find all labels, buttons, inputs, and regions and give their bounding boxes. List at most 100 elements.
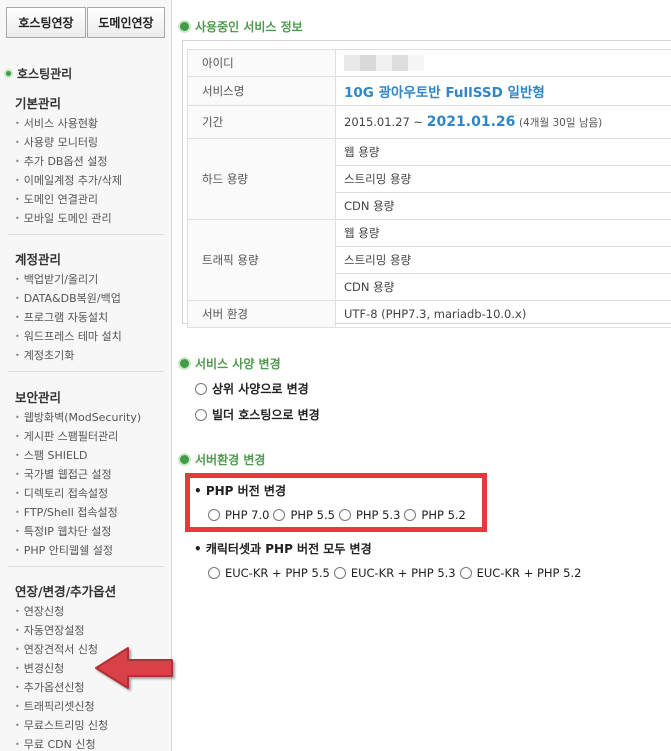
service-info-header: 사용중인 서비스 정보 — [178, 18, 303, 35]
sidebar-item-db-option[interactable]: 추가 DB옵션 설정 — [0, 152, 172, 171]
euckr-php52-option[interactable]: EUC-KR + PHP 5.2 — [459, 566, 582, 580]
php53-label: PHP 5.3 — [355, 508, 401, 522]
sidebar-item-country-access[interactable]: 국가별 웹접근 설정 — [0, 465, 172, 484]
table-row: 트래픽 용량 웹 용량 — [187, 219, 671, 301]
sidebar-item-wp-theme[interactable]: 워드프레스 테마 설치 — [0, 327, 172, 346]
period-value: 2015.01.27 ~ 2021.01.26 (4개월 30일 남음) — [335, 105, 671, 139]
section-title-security: 보안관리 — [15, 390, 62, 405]
divider — [8, 371, 164, 372]
table-row: 아이디 — [187, 49, 671, 77]
sidebar-item-backup[interactable]: 백업받기/올리기 — [0, 270, 172, 289]
radio-button[interactable] — [208, 567, 220, 579]
php-version-title: • PHP 버전 변경 — [194, 484, 286, 498]
sidebar-item-free-streaming[interactable]: 무료스트리밍 신청 — [0, 716, 172, 735]
sidebar-item-renew[interactable]: 연장신청 — [0, 602, 172, 621]
section-security: 보안관리 웹방화벽(ModSecurity) 게시판 스팸필터관리 스팸 SHI… — [0, 387, 172, 560]
radio-button[interactable] — [195, 382, 207, 395]
builder-hosting-option[interactable]: 빌더 호스팅으로 변경 — [195, 406, 320, 423]
sidebar-item-waf[interactable]: 웹방화벽(ModSecurity) — [0, 408, 172, 427]
disk-label: 하드 용량 — [187, 138, 336, 220]
php53-option[interactable]: PHP 5.3 — [338, 508, 401, 522]
sidebar-item-spam-filter[interactable]: 게시판 스팸필터관리 — [0, 427, 172, 446]
table-row: 기간 2015.01.27 ~ 2021.01.26 (4개월 30일 남음) — [187, 105, 671, 139]
service-info-table: 아이디 서비스명 10G 광아우토반 FullSSD 일반형 기간 2015.0… — [187, 49, 671, 328]
radio-button[interactable] — [338, 509, 351, 521]
id-value — [335, 49, 671, 77]
spec-upgrade-label: 상위 사양으로 변경 — [212, 382, 309, 396]
hosting-management-title: 호스팅관리 — [4, 65, 72, 82]
builder-hosting-label: 빌더 호스팅으로 변경 — [212, 408, 320, 422]
disk-cdn: CDN 용량 — [335, 192, 671, 220]
sidebar-item-directory-access[interactable]: 디렉토리 접속설정 — [0, 484, 172, 503]
sidebar: 호스팅연장 도메인연장 호스팅관리 기본관리 서비스 사용현황 사용량 모니터링… — [0, 0, 172, 751]
service-value: 10G 광아우토반 FullSSD 일반형 — [335, 76, 671, 106]
section-basic: 기본관리 서비스 사용현황 사용량 모니터링 추가 DB옵션 설정 이메일계정 … — [0, 93, 172, 228]
divider — [8, 234, 164, 235]
hosting-management-label: 호스팅관리 — [17, 67, 73, 81]
php70-option[interactable]: PHP 7.0 — [208, 508, 269, 522]
sidebar-item-ip-block[interactable]: 특정IP 웹차단 설정 — [0, 522, 172, 541]
env-value: UTF-8 (PHP7.3, mariadb-10.0.x) — [335, 300, 671, 328]
sidebar-item-auto-install[interactable]: 프로그램 자동설치 — [0, 308, 172, 327]
php52-option[interactable]: PHP 5.2 — [404, 508, 466, 522]
euckr-php52-label: EUC-KR + PHP 5.2 — [476, 566, 582, 580]
censored-id — [344, 55, 424, 71]
php-version-options: PHP 7.0 PHP 5.5 PHP 5.3 PHP 5.2 — [208, 508, 470, 522]
traffic-label: 트래픽 용량 — [187, 219, 336, 301]
section-title-renewal: 연장/변경/추가옵션 — [15, 584, 117, 599]
radio-button[interactable] — [404, 509, 417, 521]
sidebar-item-auto-renew[interactable]: 자동연장설정 — [0, 621, 172, 640]
php55-label: PHP 5.5 — [290, 508, 335, 522]
php52-label: PHP 5.2 — [421, 508, 466, 522]
period-start: 2015.01.27 ~ — [344, 115, 424, 129]
header-bullet-icon — [180, 22, 189, 31]
service-info-title: 사용중인 서비스 정보 — [195, 20, 303, 34]
radio-button[interactable] — [273, 509, 286, 521]
header-bullet-icon — [180, 359, 189, 368]
bullet-icon — [4, 69, 13, 78]
env-change-header: 서버환경 변경 — [178, 451, 265, 468]
period-end: 2021.01.26 — [426, 114, 516, 130]
sidebar-item-usage-monitoring[interactable]: 사용량 모니터링 — [0, 133, 172, 152]
sidebar-item-free-cdn[interactable]: 무료 CDN 신청 — [0, 735, 172, 751]
sidebar-item-email-account[interactable]: 이메일계정 추가/삭제 — [0, 171, 172, 190]
charset-options: EUC-KR + PHP 5.5 EUC-KR + PHP 5.3 EUC-KR… — [208, 566, 585, 580]
euckr-php53-option[interactable]: EUC-KR + PHP 5.3 — [333, 566, 456, 580]
sidebar-item-spam-shield[interactable]: 스팸 SHIELD — [0, 446, 172, 465]
main-content: 사용중인 서비스 정보 아이디 서비스명 10G 광아우토반 FullSSD 일… — [172, 0, 671, 751]
radio-button[interactable] — [459, 567, 472, 579]
spec-upgrade-option[interactable]: 상위 사양으로 변경 — [195, 380, 309, 397]
period-remaining: (4개월 30일 남음) — [519, 117, 603, 129]
disk-streaming: 스트리밍 용량 — [335, 165, 671, 193]
sidebar-item-php-antiwebshell[interactable]: PHP 안티웹쉘 설정 — [0, 541, 172, 560]
sidebar-item-ftp-shell[interactable]: FTP/Shell 접속설정 — [0, 503, 172, 522]
php70-label: PHP 7.0 — [225, 508, 270, 522]
service-info-panel: 아이디 서비스명 10G 광아우토반 FullSSD 일반형 기간 2015.0… — [182, 40, 671, 328]
top-buttons: 호스팅연장 도메인연장 — [6, 7, 165, 38]
table-row: 서버 환경 UTF-8 (PHP7.3, mariadb-10.0.x) — [187, 300, 671, 328]
table-row: 하드 용량 웹 용량 — [187, 138, 671, 220]
radio-button[interactable] — [208, 509, 220, 521]
radio-button[interactable] — [333, 567, 346, 579]
spec-change-title: 서비스 사양 변경 — [195, 357, 281, 371]
sidebar-item-restore[interactable]: DATA&DB복원/백업 — [0, 289, 172, 308]
sidebar-item-account-reset[interactable]: 계정초기화 — [0, 346, 172, 365]
sidebar-item-mobile-domain[interactable]: 모바일 도메인 관리 — [0, 209, 172, 228]
euckr-php55-option[interactable]: EUC-KR + PHP 5.5 — [208, 566, 330, 580]
php55-option[interactable]: PHP 5.5 — [273, 508, 335, 522]
sidebar-item-service-status[interactable]: 서비스 사용현황 — [0, 114, 172, 133]
section-title-basic: 기본관리 — [15, 96, 62, 111]
hosting-renew-button[interactable]: 호스팅연장 — [6, 7, 86, 38]
sidebar-item-traffic-reset[interactable]: 트래픽리셋신청 — [0, 697, 172, 716]
euckr-php53-label: EUC-KR + PHP 5.3 — [350, 566, 456, 580]
radio-button[interactable] — [195, 408, 207, 421]
red-arrow-icon — [95, 647, 173, 689]
sidebar-item-domain-link[interactable]: 도메인 연결관리 — [0, 190, 172, 209]
section-title-account: 계정관리 — [15, 252, 62, 267]
section-account: 계정관리 백업받기/올리기 DATA&DB복원/백업 프로그램 자동설치 워드프… — [0, 249, 172, 365]
disk-web: 웹 용량 — [335, 138, 671, 166]
table-row: 서비스명 10G 광아우토반 FullSSD 일반형 — [187, 76, 671, 106]
domain-renew-button[interactable]: 도메인연장 — [87, 7, 165, 38]
charset-title: • 캐릭터셋과 PHP 버전 모두 변경 — [194, 542, 372, 556]
spec-change-header: 서비스 사양 변경 — [178, 355, 281, 372]
